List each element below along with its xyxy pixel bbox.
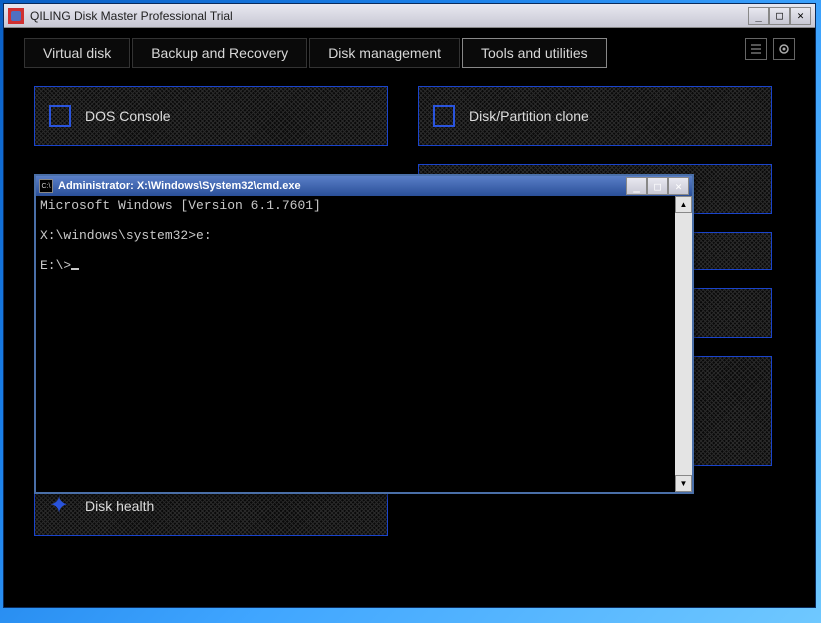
cmd-close-button[interactable]: ✕: [668, 177, 689, 195]
main-titlebar[interactable]: QILING Disk Master Professional Trial _ …: [4, 4, 815, 28]
app-title: QILING Disk Master Professional Trial: [30, 9, 748, 23]
cmd-minimize-button[interactable]: _: [626, 177, 647, 195]
cmd-titlebar[interactable]: C:\ Administrator: X:\Windows\System32\c…: [36, 176, 692, 196]
close-button[interactable]: ✕: [790, 7, 811, 25]
panel-dos-console[interactable]: DOS Console: [34, 86, 388, 146]
gear-icon: [49, 495, 71, 517]
tab-virtual-disk[interactable]: Virtual disk: [24, 38, 130, 68]
scroll-up-icon[interactable]: ▲: [675, 196, 692, 213]
maximize-button[interactable]: □: [769, 7, 790, 25]
main-client-area: Virtual disk Backup and Recovery Disk ma…: [4, 28, 815, 607]
tab-backup-recovery[interactable]: Backup and Recovery: [132, 38, 307, 68]
panel-disk-partition-clone[interactable]: Disk/Partition clone: [418, 86, 772, 146]
scroll-track[interactable]: [675, 213, 692, 475]
main-window: QILING Disk Master Professional Trial _ …: [3, 3, 816, 608]
cmd-maximize-button[interactable]: □: [647, 177, 668, 195]
panel-label: DOS Console: [85, 108, 171, 124]
tab-tools-utilities[interactable]: Tools and utilities: [462, 38, 607, 68]
cursor: [71, 268, 79, 270]
console-icon: [49, 105, 71, 127]
cmd-window: C:\ Administrator: X:\Windows\System32\c…: [34, 174, 694, 494]
cmd-output[interactable]: Microsoft Windows [Version 6.1.7601] X:\…: [36, 196, 675, 492]
panel-label: Disk/Partition clone: [469, 108, 589, 124]
panel-label: Disk health: [85, 498, 154, 514]
list-view-icon[interactable]: [745, 38, 767, 60]
cmd-icon: C:\: [39, 179, 53, 193]
content-area: DOS Console Disk health Disk/Partition c…: [4, 68, 815, 104]
clone-icon: [433, 105, 455, 127]
settings-icon[interactable]: [773, 38, 795, 60]
minimize-button[interactable]: _: [748, 7, 769, 25]
app-icon: [8, 8, 24, 24]
cmd-scrollbar[interactable]: ▲ ▼: [675, 196, 692, 492]
tab-disk-management[interactable]: Disk management: [309, 38, 460, 68]
scroll-down-icon[interactable]: ▼: [675, 475, 692, 492]
window-controls: _ □ ✕: [748, 7, 811, 25]
tabbar: Virtual disk Backup and Recovery Disk ma…: [4, 28, 815, 68]
cmd-title: Administrator: X:\Windows\System32\cmd.e…: [58, 180, 626, 192]
